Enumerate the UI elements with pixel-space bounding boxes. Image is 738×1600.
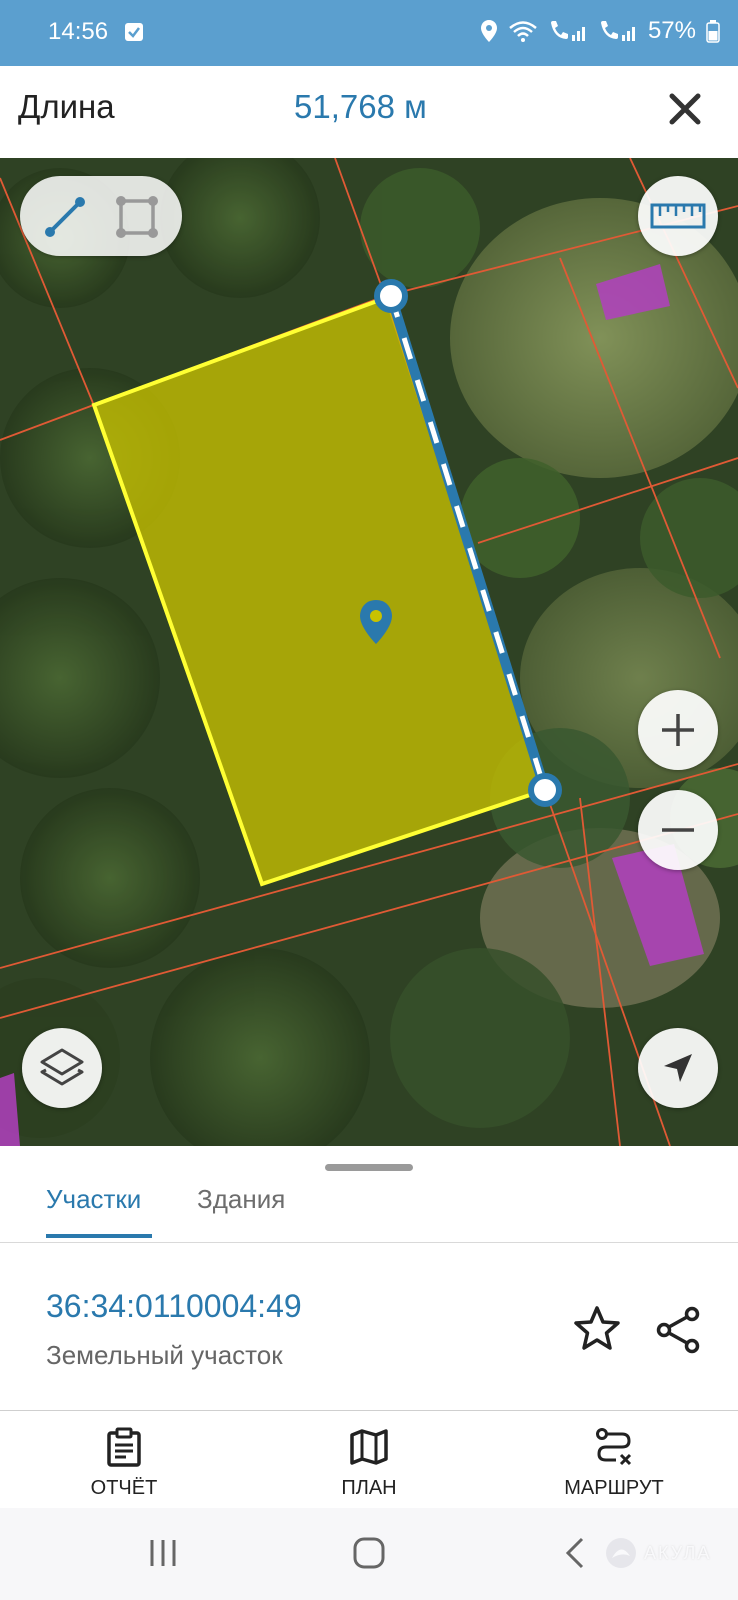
ruler-icon xyxy=(650,203,706,229)
tab-parcels[interactable]: Участки xyxy=(46,1184,141,1215)
map-view[interactable] xyxy=(0,158,738,1146)
watermark-text: АКУЛА xyxy=(644,1542,712,1563)
nav-report-label: ОТЧЁТ xyxy=(90,1477,158,1499)
measure-label: Длина xyxy=(18,88,115,125)
navigation-arrow-icon xyxy=(664,1054,692,1082)
parcel-type: Земельный участок xyxy=(46,1340,283,1370)
nav-route-label: МАРШРУТ xyxy=(564,1477,664,1499)
line-mode-icon[interactable] xyxy=(42,194,88,240)
clipboard-icon xyxy=(107,1427,141,1467)
status-indicators: 57% xyxy=(480,16,720,46)
home-icon[interactable] xyxy=(352,1536,386,1570)
measure-start-point xyxy=(374,279,408,313)
recent-apps-icon[interactable] xyxy=(146,1536,180,1570)
tab-active-indicator xyxy=(46,1234,152,1238)
status-time: 14:56 xyxy=(48,18,109,45)
measure-end-point xyxy=(528,773,562,807)
layers-icon xyxy=(40,1048,84,1086)
watermark-logo: АКУЛА xyxy=(604,1536,711,1570)
ruler-button[interactable] xyxy=(638,176,718,256)
share-icon[interactable] xyxy=(654,1306,702,1354)
zoom-out-button[interactable] xyxy=(638,790,718,870)
layers-button[interactable] xyxy=(22,1028,102,1108)
minus-icon xyxy=(662,828,694,832)
route-icon xyxy=(596,1428,632,1466)
map-icon xyxy=(350,1429,388,1465)
checkbox-notification-icon xyxy=(125,23,143,41)
close-icon[interactable] xyxy=(662,86,708,132)
battery-icon xyxy=(706,20,720,43)
status-bar: 14:56 57% xyxy=(0,0,738,66)
measure-value: 51,768 м xyxy=(294,88,427,125)
cadastral-number[interactable]: 36:34:0110004:49 xyxy=(46,1288,302,1325)
satellite-imagery xyxy=(0,158,738,1146)
nav-report[interactable]: ОТЧЁТ xyxy=(44,1411,204,1508)
measure-mode-toggle xyxy=(20,176,182,256)
shark-logo-icon xyxy=(606,1538,636,1568)
signal-sim1-icon xyxy=(550,21,585,41)
zoom-in-button[interactable] xyxy=(638,690,718,770)
my-location-button[interactable] xyxy=(638,1028,718,1108)
battery-percent: 57% xyxy=(647,17,696,44)
info-sheet: Участки Здания 36:34:0110004:49 Земельны… xyxy=(0,1146,738,1411)
sheet-drag-handle[interactable] xyxy=(325,1164,413,1171)
nav-plan-label: ПЛАН xyxy=(341,1477,397,1499)
wifi-icon xyxy=(509,21,537,42)
area-mode-icon[interactable] xyxy=(114,194,160,240)
bottom-navigation: ОТЧЁТ ПЛАН МАРШРУТ xyxy=(0,1411,738,1508)
divider xyxy=(0,1242,738,1243)
favorite-star-icon[interactable] xyxy=(572,1304,622,1354)
measure-header: Длина 51,768 м xyxy=(0,66,738,158)
signal-sim2-icon xyxy=(600,21,635,41)
back-icon[interactable] xyxy=(560,1536,590,1570)
nav-route[interactable]: МАРШРУТ xyxy=(534,1411,694,1508)
plus-icon xyxy=(662,714,694,746)
system-navigation-bar: АКУЛА xyxy=(0,1508,738,1600)
location-icon xyxy=(480,20,497,42)
nav-plan[interactable]: ПЛАН xyxy=(289,1411,449,1508)
tab-buildings[interactable]: Здания xyxy=(197,1184,285,1215)
